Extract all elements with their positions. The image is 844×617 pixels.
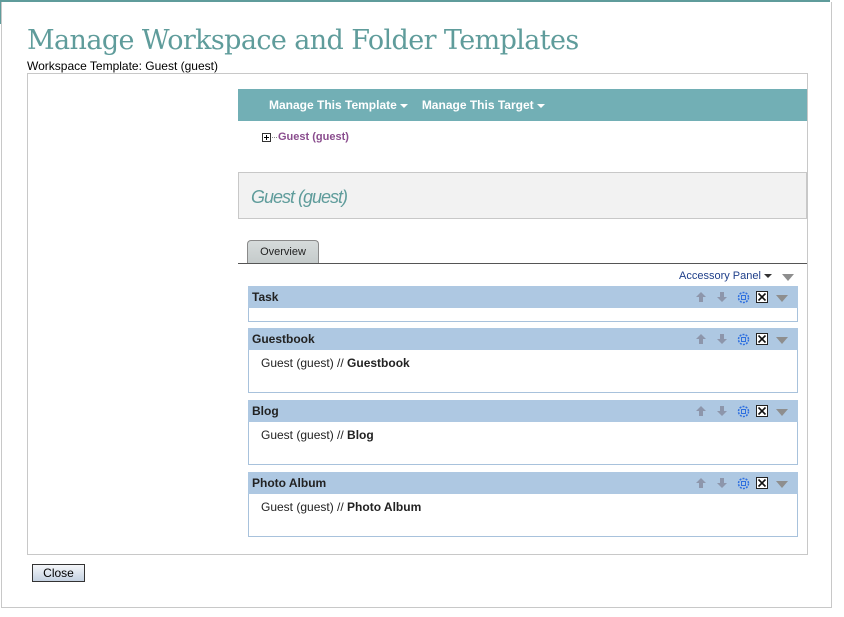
gear-icon[interactable]	[736, 332, 750, 346]
portlet-tools	[694, 404, 788, 418]
portlet-tools	[694, 332, 788, 346]
workspace-heading: Guest (guest)	[251, 187, 348, 207]
arrow-up-icon[interactable]	[694, 290, 708, 304]
portlet-title: Blog	[252, 404, 279, 418]
close-box-icon[interactable]	[756, 405, 768, 417]
breadcrumb-item: Photo Album	[347, 500, 422, 514]
portlet-header: Blog	[248, 400, 798, 422]
portlet-body: Guest (guest) // Guestbook	[249, 350, 797, 376]
gear-icon[interactable]	[736, 290, 750, 304]
arrow-up-icon[interactable]	[694, 404, 708, 418]
arrow-down-icon[interactable]	[715, 404, 729, 418]
accessory-panel-control: Accessory Panel	[679, 270, 794, 282]
triangle-down-icon[interactable]	[776, 295, 788, 302]
portlet-tools	[694, 290, 788, 304]
close-box-icon[interactable]	[756, 291, 768, 303]
workspace-tree: Guest (guest)	[262, 131, 349, 143]
breadcrumb-prefix: Guest (guest) //	[261, 428, 348, 442]
portlet-header: Task	[248, 286, 798, 308]
manage-template-menu[interactable]: Manage This Template	[269, 98, 408, 112]
portlet-guestbook: Guestbook Guest (guest) // Guestbook	[248, 328, 798, 393]
arrow-down-icon[interactable]	[715, 476, 729, 490]
plus-box-icon[interactable]	[262, 132, 271, 142]
tab-divider	[238, 263, 807, 264]
workspace-heading-box: Guest (guest)	[238, 172, 807, 219]
manage-target-label: Manage This Target	[421, 98, 534, 112]
gear-icon[interactable]	[736, 404, 750, 418]
tree-node-guest[interactable]: Guest (guest)	[278, 131, 349, 143]
breadcrumb-prefix: Guest (guest) //	[261, 500, 348, 514]
portlet-title: Task	[252, 290, 279, 304]
caret-down-icon	[536, 104, 545, 108]
triangle-down-icon[interactable]	[776, 409, 788, 416]
breadcrumb-item: Blog	[347, 428, 374, 442]
arrow-down-icon[interactable]	[715, 290, 729, 304]
close-box-icon[interactable]	[756, 477, 768, 489]
portlet-photo-album: Photo Album Guest (guest) // Photo Album	[248, 472, 798, 537]
close-box-icon[interactable]	[756, 333, 768, 345]
close-button[interactable]: Close	[32, 564, 85, 582]
caret-down-icon	[399, 104, 408, 108]
portlet-header: Photo Album	[248, 472, 798, 494]
breadcrumb-item: Guestbook	[347, 356, 410, 370]
template-navbar: Manage This Template Manage This Target	[238, 89, 807, 121]
tab-overview[interactable]: Overview	[247, 240, 319, 263]
portlet-blog: Blog Guest (guest) // Blog	[248, 400, 798, 465]
manage-target-menu[interactable]: Manage This Target	[422, 98, 545, 112]
page-subtitle: Workspace Template: Guest (guest)	[27, 59, 218, 73]
portlet-title: Photo Album	[252, 476, 327, 490]
portlet-body: Guest (guest) // Blog	[249, 422, 797, 448]
triangle-down-icon[interactable]	[776, 337, 788, 344]
accessory-panel-link[interactable]: Accessory Panel	[679, 270, 761, 282]
arrow-up-icon[interactable]	[694, 476, 708, 490]
portlet-tools	[694, 476, 788, 490]
breadcrumb-prefix: Guest (guest) //	[261, 356, 348, 370]
arrow-down-icon[interactable]	[715, 332, 729, 346]
page-title: Manage Workspace and Folder Templates	[27, 25, 579, 56]
portlet-header: Guestbook	[248, 328, 798, 350]
portlet-body: Guest (guest) // Photo Album	[249, 494, 797, 520]
caret-down-icon[interactable]	[763, 274, 772, 278]
portlet-title: Guestbook	[252, 332, 315, 346]
portlet-task: Task	[248, 286, 798, 322]
manage-template-label: Manage This Template	[269, 98, 397, 112]
gear-icon[interactable]	[736, 476, 750, 490]
triangle-down-icon[interactable]	[781, 273, 794, 281]
triangle-down-icon[interactable]	[776, 481, 788, 488]
arrow-up-icon[interactable]	[694, 332, 708, 346]
tree-connector	[272, 136, 277, 138]
